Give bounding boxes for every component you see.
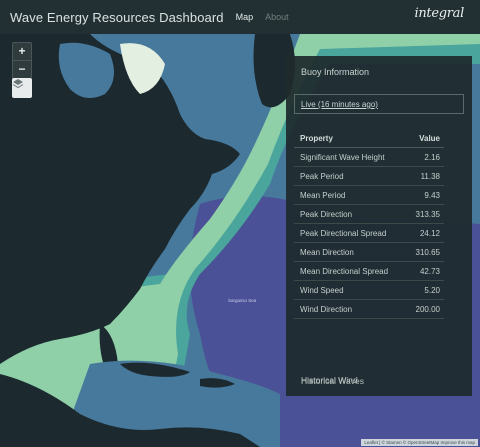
top-navbar: Wave Energy Resources Dashboard Map Abou… [0, 0, 480, 34]
property-table-body: Significant Wave Height 2.16 Peak Period 11… [294, 147, 444, 319]
layers-button[interactable] [12, 78, 32, 98]
property-name: Wind Direction [294, 299, 404, 319]
buoy-info-panel: Buoy Information Live (16 minutes ago) P… [286, 56, 472, 396]
property-name: Mean Directional Spread [294, 261, 404, 281]
property-name: Peak Period [294, 166, 404, 186]
table-row: Peak Period 11.38 [294, 166, 444, 186]
integral-logo: integral [414, 6, 465, 21]
property-name: Mean Period [294, 185, 404, 205]
property-name: Peak Directional Spread [294, 223, 404, 243]
layers-icon [12, 79, 24, 89]
table-row: Mean Direction 310.65 [294, 242, 444, 262]
table-row: Wind Speed 5.20 [294, 280, 444, 300]
property-value: 2.16 [403, 147, 444, 167]
property-table: Property Value Significant Wave Height 2.… [294, 131, 444, 319]
live-link[interactable]: Live (16 minutes ago) [301, 100, 378, 109]
map-view[interactable]: Sargasso Sea + − Buoy Information Live (… [0, 34, 480, 447]
property-value: 11.38 [403, 166, 444, 186]
property-value: 313.35 [403, 204, 444, 224]
table-row: Significant Wave Height 2.16 [294, 147, 444, 167]
property-value: 9.43 [403, 185, 444, 205]
table-row: Wind Direction 200.00 [294, 299, 444, 319]
property-value: 5.20 [403, 280, 444, 300]
historical-wind-link[interactable]: Historical Wind [301, 375, 358, 385]
property-value: 42.73 [403, 261, 444, 281]
property-name: Mean Direction [294, 242, 404, 262]
sargasso-sea-label: Sargasso Sea [228, 298, 257, 303]
nav-about-link[interactable]: About [265, 12, 289, 22]
table-row: Peak Directional Spread 24.12 [294, 223, 444, 243]
table-row: Mean Period 9.43 [294, 185, 444, 205]
panel-title: Buoy Information [301, 67, 370, 77]
property-column-header: Property [294, 131, 404, 148]
zoom-out-button[interactable]: − [13, 60, 31, 78]
zoom-control: + − [12, 42, 32, 79]
map-attribution[interactable]: Leaflet | © Stamen © OpenStreetMap Impro… [361, 439, 478, 446]
property-name: Wind Speed [294, 280, 404, 300]
app-title[interactable]: Wave Energy Resources Dashboard [10, 10, 224, 25]
property-value: 24.12 [403, 223, 444, 243]
zoom-in-button[interactable]: + [13, 43, 31, 60]
property-value: 310.65 [403, 242, 444, 262]
table-row: Peak Direction 313.35 [294, 204, 444, 224]
property-name: Significant Wave Height [294, 147, 404, 167]
table-row: Mean Directional Spread 42.73 [294, 261, 444, 281]
property-value: 200.00 [403, 299, 444, 319]
value-column-header: Value [403, 131, 444, 148]
live-data-box[interactable]: Live (16 minutes ago) [294, 94, 464, 114]
nav-map-link[interactable]: Map [236, 12, 254, 22]
property-name: Peak Direction [294, 204, 404, 224]
